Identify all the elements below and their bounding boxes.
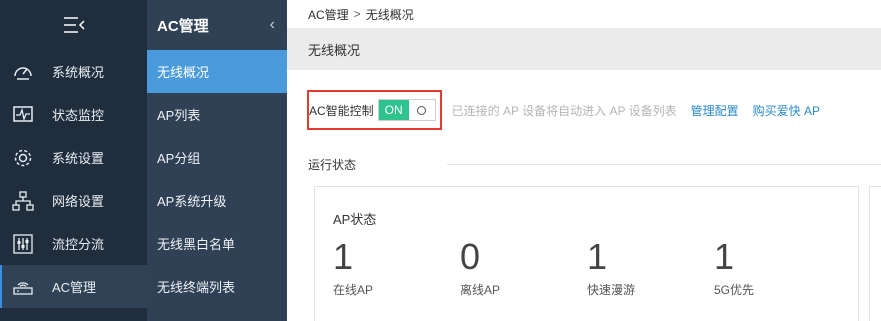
subnav-item-ap-list[interactable]: AP列表 [147, 93, 287, 136]
breadcrumb-current: 无线概况 [365, 7, 414, 22]
subnav-title: AC管理 [157, 17, 209, 35]
sidebar-item-label: AC管理 [52, 280, 97, 295]
ac-control-label: AC智能控制 [309, 103, 374, 118]
stat-value: 1 [587, 236, 608, 277]
ac-control-hint: 已连接的 AP 设备将自动进入 AP 设备列表 [451, 103, 677, 118]
breadcrumb: AC管理 > 无线概况 [287, 0, 881, 28]
breadcrumb-parent[interactable]: AC管理 [308, 6, 349, 23]
sidebar-item-monitor[interactable]: 状态监控 [0, 93, 147, 136]
stat-online-ap: 1 在线AP [333, 237, 433, 298]
dashboard-icon [12, 61, 34, 83]
sidebar-item-flow-control[interactable]: 流控分流 [0, 222, 147, 265]
manage-config-link[interactable]: 管理配置 [691, 102, 739, 119]
sliders-icon [12, 233, 34, 255]
router-icon [12, 276, 34, 298]
chevron-left-icon[interactable]: ‹ [270, 16, 275, 34]
gear-icon [12, 147, 34, 169]
subnav-item-ap-group[interactable]: AP分组 [147, 136, 287, 179]
ac-control-toggle[interactable]: ON [377, 99, 436, 121]
sidebar-item-label: 流控分流 [52, 237, 105, 252]
ac-management-subnav: AC管理 ‹ 无线概况 AP列表 AP分组 AP系统升级 无线黑白名单 无线终端… [147, 0, 287, 321]
network-icon [12, 190, 34, 212]
stat-fast-roaming: 1 快速漫游 [587, 237, 687, 298]
subnav-item-label: AP系统升级 [157, 194, 227, 209]
subnav-header: AC管理 ‹ [147, 0, 287, 50]
sidebar-item-label: 系统概况 [52, 65, 105, 80]
subnav-item-label: AP列表 [157, 108, 201, 123]
stat-value: 1 [714, 236, 735, 277]
ac-control-row: AC智能控制 ON 已连接的 AP 设备将自动进入 AP 设备列表 管理配置 购… [307, 90, 820, 130]
subnav-item-label: AP分组 [157, 151, 201, 166]
run-status-label: 运行状态 [308, 158, 357, 172]
sidebar-item-label: 状态监控 [52, 108, 105, 123]
sidebar-item-label: 系统设置 [52, 151, 105, 166]
collapse-menu-button[interactable] [0, 0, 147, 50]
stat-offline-ap: 0 离线AP [460, 237, 560, 298]
subnav-item-label: 无线终端列表 [157, 280, 236, 295]
toggle-on-label: ON [378, 100, 409, 120]
sidebar-item-ac-management[interactable]: AC管理 [0, 265, 147, 308]
monitor-icon [12, 104, 34, 126]
subnav-item-label: 无线黑白名单 [157, 237, 236, 252]
stat-value: 0 [460, 236, 481, 277]
menu-collapse-icon [63, 17, 85, 33]
ac-control-highlight: AC智能控制 ON [307, 90, 442, 130]
stat-5g-priority: 1 5G优先 [714, 237, 814, 298]
main-sidebar: 系统概况 状态监控 系统设置 网络设置 流控分流 AC管理 [0, 0, 147, 321]
page-title: 无线概况 [308, 42, 361, 58]
stat-label: 在线AP [333, 283, 374, 297]
stat-label: 5G优先 [714, 283, 755, 297]
toggle-knob-icon [409, 100, 435, 120]
subnav-item-wireless-client-list[interactable]: 无线终端列表 [147, 265, 287, 308]
secondary-card-edge [869, 186, 881, 321]
subnav-item-label: 无线概况 [157, 65, 210, 80]
buy-ap-link[interactable]: 购买爱快 AP [753, 102, 820, 119]
ap-status-card: AP状态 1 在线AP 0 离线AP 1 快速漫游 1 5G优先 [314, 186, 859, 321]
section-divider [447, 164, 881, 165]
ap-status-title: AP状态 [333, 212, 377, 227]
stat-label: 快速漫游 [587, 283, 636, 297]
subnav-item-wireless-overview[interactable]: 无线概况 [147, 50, 287, 93]
sidebar-item-label: 网络设置 [52, 194, 105, 209]
stat-label: 离线AP [460, 283, 501, 297]
subnav-item-ap-upgrade[interactable]: AP系统升级 [147, 179, 287, 222]
main-content: AC管理 > 无线概况 无线概况 AC智能控制 ON 已连接的 AP 设备将自动… [287, 0, 881, 321]
sidebar-item-overview[interactable]: 系统概况 [0, 50, 147, 93]
page-title-bar: 无线概况 [287, 28, 881, 70]
breadcrumb-separator: > [353, 7, 361, 21]
sidebar-item-system-settings[interactable]: 系统设置 [0, 136, 147, 179]
sidebar-item-network-settings[interactable]: 网络设置 [0, 179, 147, 222]
subnav-item-wireless-blackwhite-list[interactable]: 无线黑白名单 [147, 222, 287, 265]
stat-value: 1 [333, 236, 354, 277]
